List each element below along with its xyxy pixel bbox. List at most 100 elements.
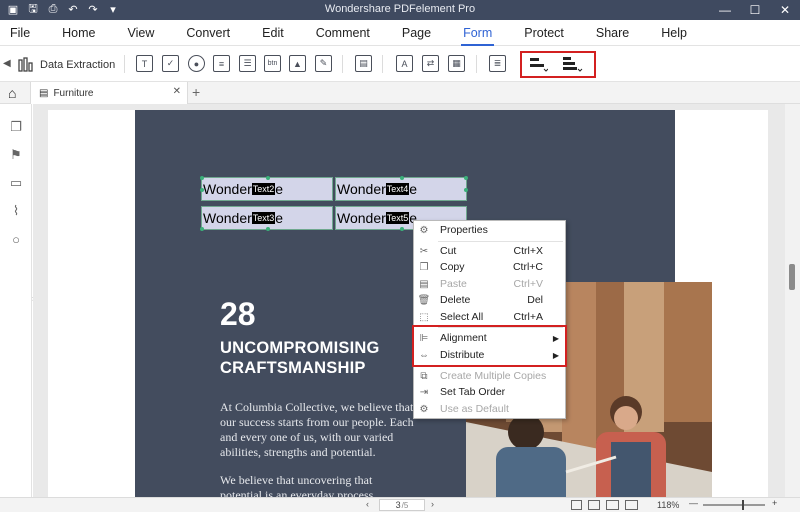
menu-form[interactable]: Form — [461, 26, 495, 46]
menu-view[interactable]: View — [128, 26, 155, 40]
vertical-scrollbar[interactable] — [785, 104, 800, 497]
copy-icon: ❐ — [419, 261, 429, 273]
menu-page[interactable]: Page — [402, 26, 431, 40]
text-field-text3[interactable]: Wonder Text3 e — [200, 206, 333, 231]
two-page-view-icon[interactable] — [606, 500, 619, 510]
title-bar: ▣ 🖫 ⎙ ↶ ↷ ▾ Wondershare PDFelement Pro —… — [0, 0, 800, 20]
maximize-button[interactable]: ☐ — [740, 0, 770, 20]
app-window: ▣ 🖫 ⎙ ↶ ↷ ▾ Wondershare PDFelement Pro —… — [0, 0, 800, 512]
clear-form-icon[interactable]: ≣ — [489, 55, 506, 72]
page-number-heading: 28 — [220, 296, 256, 332]
toolbar-divider — [476, 55, 477, 73]
menu-comment[interactable]: Comment — [316, 26, 370, 40]
field-tag: Text4 — [385, 183, 410, 195]
single-page-view-icon[interactable] — [571, 500, 582, 510]
body-paragraph-1: At Columbia Collective, we believe that … — [220, 400, 430, 460]
bookmark-icon[interactable]: ⚑ — [9, 147, 23, 162]
menu-item-set-tab-order[interactable]: ⇥ Set Tab Order — [414, 384, 565, 400]
minimize-button[interactable]: — — [710, 0, 740, 20]
text-field-text4[interactable]: Wonder Text4 e — [335, 176, 468, 201]
section-heading: UNCOMPROMISING CRAFTSMANSHIP — [220, 338, 380, 378]
field-value: Wonder — [203, 210, 252, 226]
thumbnails-icon[interactable]: ❐ — [9, 119, 23, 134]
zoom-level[interactable]: 118% — [657, 500, 679, 510]
toolbar-scroll-left-icon[interactable]: ◀ — [3, 58, 11, 69]
trash-icon: 🗑 — [417, 294, 431, 306]
paragraph-line: and every one of us, with our varied — [220, 430, 394, 444]
menu-convert[interactable]: Convert — [186, 26, 230, 40]
menu-item-select-all[interactable]: ⬚ Select All Ctrl+A — [414, 309, 565, 325]
pdf-page: Wonder Text2 e Wonder Text4 e Wonder Text3 e W… — [48, 110, 768, 497]
scrollbar-thumb[interactable] — [789, 264, 795, 290]
zoom-slider[interactable] — [703, 504, 765, 506]
resize-handle[interactable] — [464, 188, 468, 192]
recognize-form-icon[interactable]: A — [396, 55, 413, 72]
document-tab[interactable]: ▤ Furniture ✕ — [30, 82, 188, 104]
gear-icon: ⚙ — [419, 224, 429, 236]
menu-item-create-multiple-copies[interactable]: ⧉ Create Multiple Copies — [414, 368, 565, 384]
heading-line-2: CRAFTSMANSHIP — [220, 359, 366, 377]
highlight-fields-icon[interactable]: ▤ — [355, 55, 372, 72]
zoom-slider-thumb[interactable] — [742, 500, 744, 510]
radio-button-icon[interactable]: ● — [188, 55, 205, 72]
comment-icon[interactable]: ▭ — [9, 175, 23, 190]
continuous-view-icon[interactable] — [588, 500, 600, 510]
resize-handle[interactable] — [200, 176, 204, 180]
menu-protect[interactable]: Protect — [524, 26, 564, 40]
button-field-icon[interactable]: btn — [264, 55, 281, 72]
close-tab-icon[interactable]: ✕ — [173, 86, 181, 97]
text-field-icon[interactable]: T — [136, 55, 153, 72]
tab-order-icon: ⇥ — [419, 386, 429, 398]
import-data-icon[interactable]: ⇄ — [422, 55, 439, 72]
body-paragraph-2: We believe that uncovering that potentia… — [220, 473, 430, 497]
menu-item-copy[interactable]: ❐ Copy Ctrl+C — [414, 259, 565, 275]
resize-handle[interactable] — [400, 176, 404, 180]
resize-handle[interactable] — [266, 227, 270, 231]
image-field-icon[interactable]: ▲ — [289, 55, 306, 72]
zoom-out-icon[interactable]: — — [689, 498, 698, 508]
new-tab-icon[interactable]: + — [192, 84, 200, 100]
document-icon: ▤ — [39, 87, 49, 99]
data-extraction-button[interactable]: Data Extraction — [18, 57, 115, 73]
paste-icon: ▤ — [419, 278, 429, 290]
checkbox-icon[interactable]: ✓ — [162, 55, 179, 72]
zoom-in-icon[interactable]: + — [772, 498, 777, 508]
menu-item-paste[interactable]: ▤ Paste Ctrl+V — [414, 276, 565, 292]
next-page-icon[interactable]: › — [431, 499, 434, 509]
text-field-text2[interactable]: Wonder Text2 e — [200, 176, 333, 201]
list-box-icon[interactable]: ≡ — [213, 55, 230, 72]
status-bar: ‹ 3/5 › 118% — + — [0, 497, 800, 512]
toolbar-divider — [342, 55, 343, 73]
menu-item-use-as-default[interactable]: ⚙ Use as Default — [414, 401, 565, 417]
search-icon[interactable]: ○ — [9, 232, 23, 247]
resize-handle[interactable] — [400, 227, 404, 231]
resize-handle[interactable] — [266, 176, 270, 180]
context-menu: ⚙ Properties ✂ Cut Ctrl+X ❐ Copy Ctrl+C ▤ Past… — [413, 220, 566, 419]
prev-page-icon[interactable]: ‹ — [366, 499, 369, 509]
menu-home[interactable]: Home — [62, 26, 95, 40]
paragraph-line: We believe that uncovering that — [220, 473, 373, 487]
home-icon[interactable]: ⌂ — [8, 85, 16, 101]
menu-edit[interactable]: Edit — [262, 26, 284, 40]
menu-item-delete[interactable]: 🗑 Delete Del — [414, 292, 565, 308]
signature-field-icon[interactable]: ✎ — [315, 55, 332, 72]
menu-file[interactable]: File — [10, 26, 30, 40]
menu-item-properties[interactable]: ⚙ Properties — [414, 222, 565, 238]
menu-item-cut[interactable]: ✂ Cut Ctrl+X — [414, 243, 565, 259]
attachment-icon[interactable]: ⌇ — [9, 203, 23, 218]
two-page-continuous-view-icon[interactable] — [625, 500, 638, 510]
menu-share[interactable]: Share — [596, 26, 629, 40]
combo-box-icon[interactable]: ☰ — [239, 55, 256, 72]
export-data-icon[interactable]: ▦ — [448, 55, 465, 72]
document-workspace: Wonder Text2 e Wonder Text4 e Wonder Text3 e W… — [33, 104, 785, 497]
default-gear-icon: ⚙ — [419, 403, 429, 415]
resize-handle[interactable] — [200, 188, 204, 192]
page-number-input[interactable]: 3/5 — [379, 499, 425, 511]
menu-help[interactable]: Help — [661, 26, 687, 40]
close-button[interactable]: ✕ — [770, 0, 800, 20]
resize-handle[interactable] — [464, 176, 468, 180]
resize-handle[interactable] — [200, 227, 204, 231]
form-toolbar: ◀ Data Extraction T ✓ ● ≡ ☰ btn ▲ ✎ ▤ A … — [0, 46, 800, 82]
field-value: Wonder — [337, 210, 386, 226]
heading-line-1: UNCOMPROMISING — [220, 339, 380, 357]
